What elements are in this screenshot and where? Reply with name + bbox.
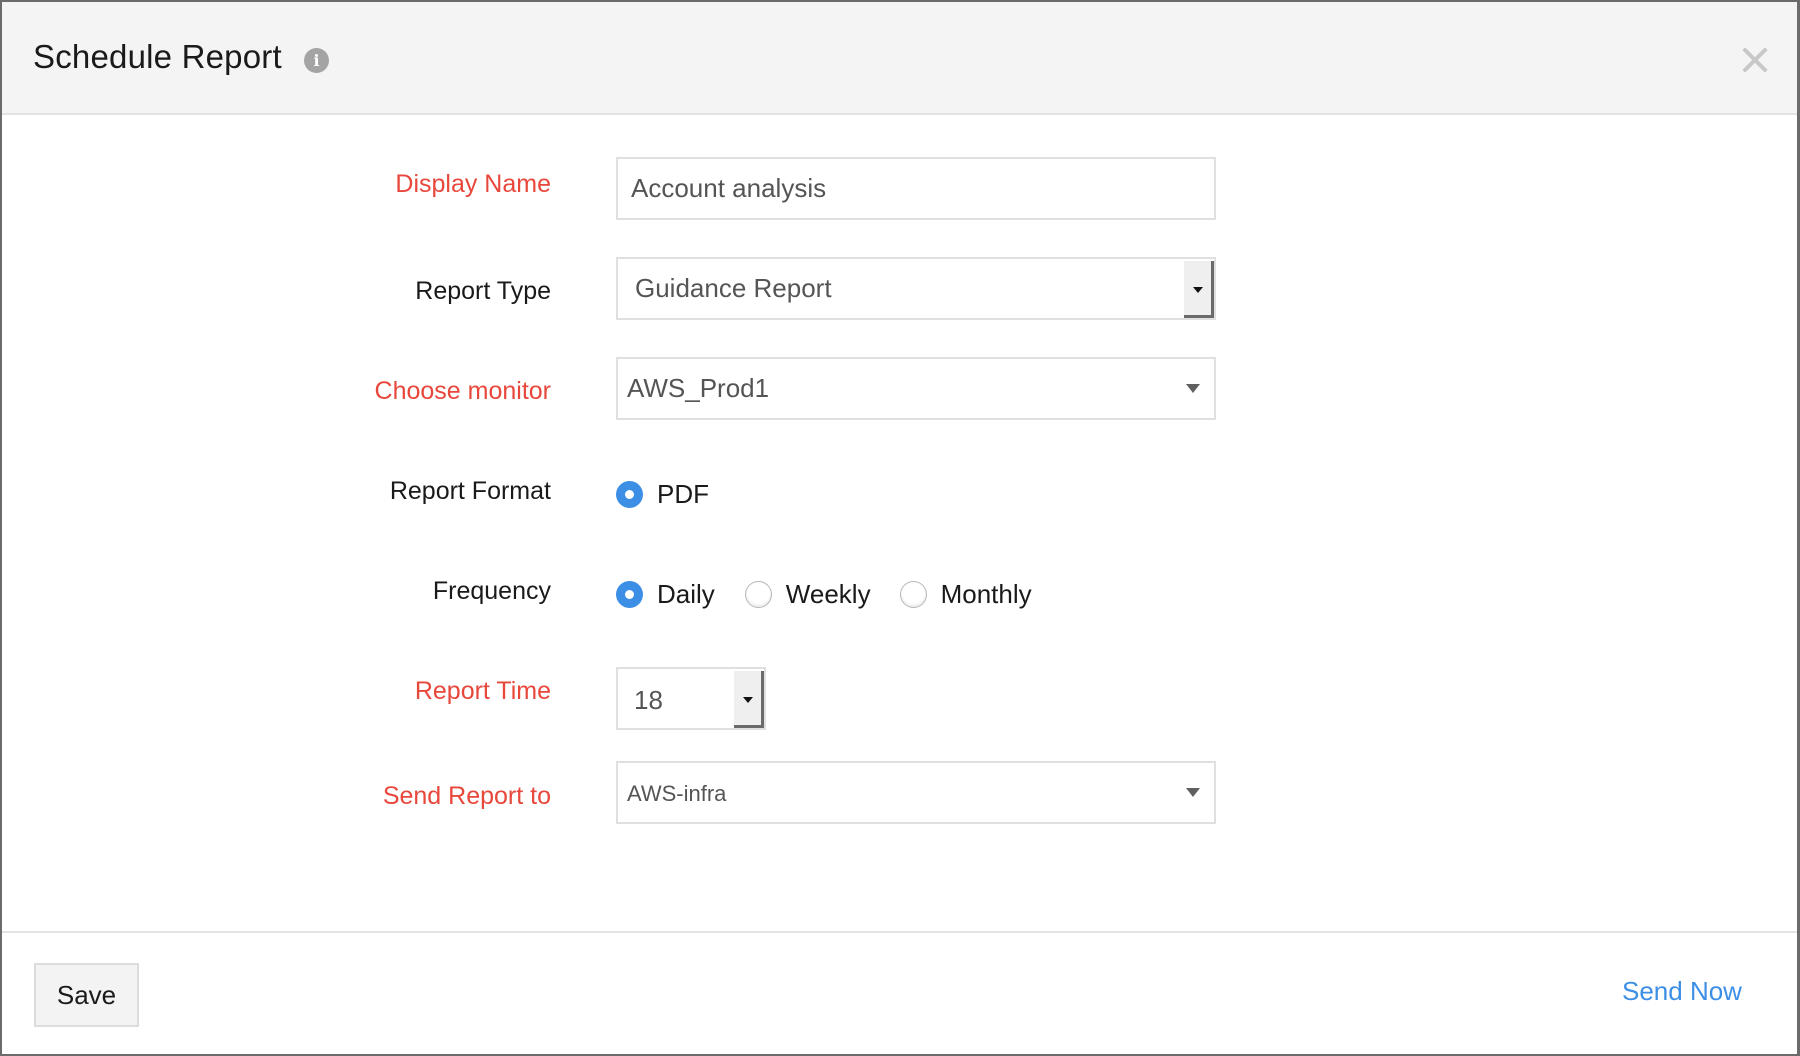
send-report-to-select[interactable]: AWS-infra bbox=[616, 761, 1216, 824]
radio-button-unchecked[interactable] bbox=[744, 580, 772, 608]
close-icon[interactable] bbox=[1740, 44, 1770, 74]
footer-divider bbox=[2, 931, 1797, 933]
choose-monitor-value: AWS_Prod1 bbox=[627, 373, 770, 403]
radio-button-checked[interactable] bbox=[616, 580, 643, 608]
frequency-option-daily[interactable]: Daily bbox=[616, 579, 715, 610]
report-format-radio-group: PDF bbox=[616, 474, 739, 514]
report-type-select[interactable]: Guidance Report bbox=[616, 257, 1216, 320]
report-time-dropdown-button[interactable] bbox=[734, 671, 764, 728]
save-button[interactable]: Save bbox=[34, 963, 139, 1027]
schedule-report-dialog: Schedule Report i Display Name Account a… bbox=[0, 0, 1800, 1056]
choose-monitor-label: Choose monitor bbox=[374, 377, 551, 405]
display-name-input[interactable]: Account analysis bbox=[616, 157, 1216, 220]
frequency-option-weekly[interactable]: Weekly bbox=[744, 578, 871, 610]
send-now-link[interactable]: Send Now bbox=[1622, 976, 1742, 1007]
chevron-down-icon[interactable] bbox=[1186, 788, 1200, 797]
radio-button-unchecked[interactable] bbox=[899, 580, 927, 608]
send-report-to-value: AWS-infra bbox=[627, 781, 727, 806]
chevron-down-icon[interactable] bbox=[1186, 384, 1200, 393]
display-name-label: Display Name bbox=[395, 170, 551, 198]
dialog-header: Schedule Report i bbox=[2, 2, 1797, 115]
frequency-option-monthly[interactable]: Monthly bbox=[899, 578, 1032, 610]
radio-label: Monthly bbox=[940, 578, 1032, 609]
report-time-select[interactable]: 18 bbox=[616, 667, 766, 730]
choose-monitor-select[interactable]: AWS_Prod1 bbox=[616, 357, 1216, 420]
radio-label: PDF bbox=[657, 478, 709, 509]
report-type-value: Guidance Report bbox=[635, 273, 832, 303]
report-time-value: 18 bbox=[634, 685, 663, 715]
frequency-radio-group: Daily Weekly Monthly bbox=[616, 574, 1062, 614]
radio-label: Daily bbox=[657, 578, 715, 609]
radio-button-checked[interactable] bbox=[616, 480, 643, 508]
report-format-label: Report Format bbox=[389, 477, 551, 505]
report-time-label: Report Time bbox=[414, 677, 551, 705]
dialog-title: Schedule Report bbox=[33, 38, 282, 75]
report-type-dropdown-button[interactable] bbox=[1184, 261, 1214, 318]
frequency-label: Frequency bbox=[432, 577, 551, 605]
radio-label: Weekly bbox=[785, 578, 871, 609]
info-icon[interactable]: i bbox=[304, 48, 329, 73]
send-report-to-label: Send Report to bbox=[382, 782, 551, 810]
report-type-label: Report Type bbox=[415, 277, 551, 305]
report-format-option-pdf[interactable]: PDF bbox=[616, 479, 709, 510]
